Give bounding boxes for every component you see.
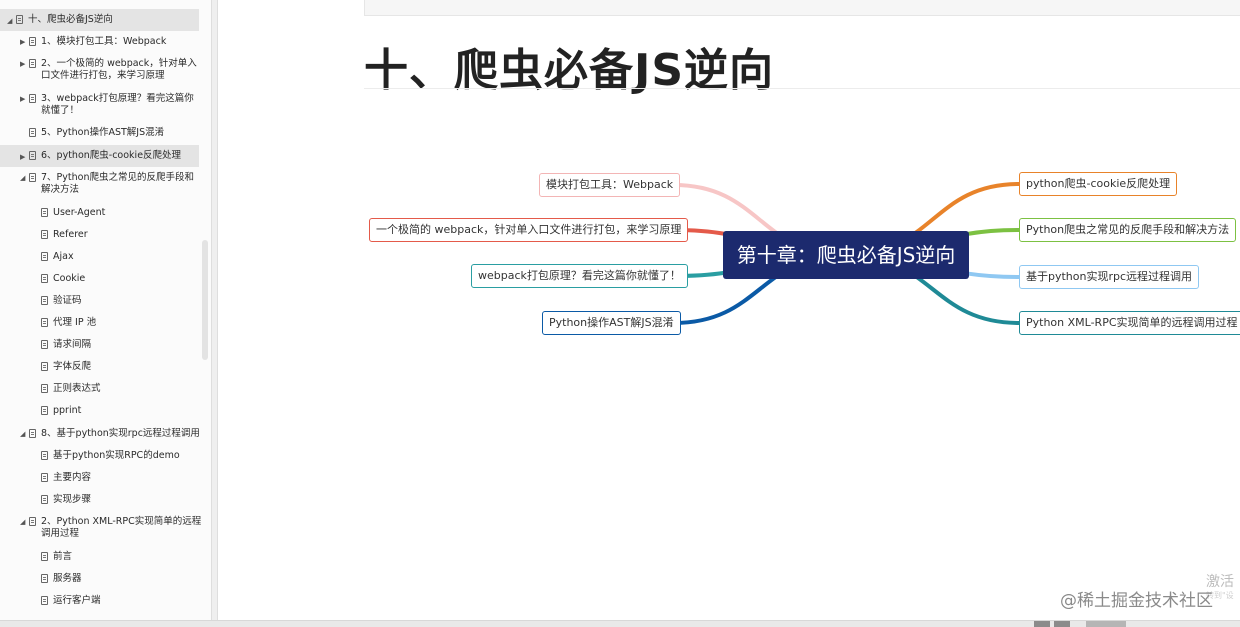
mindmap-center-node[interactable]: 第十章：爬虫必备JS逆向 bbox=[723, 231, 969, 279]
mindmap-node-left[interactable]: Python操作AST解JS混淆 bbox=[542, 311, 681, 335]
bottom-button-3[interactable] bbox=[1086, 621, 1126, 627]
mindmap-node-right[interactable]: python爬虫-cookie反爬处理 bbox=[1019, 172, 1178, 196]
mindmap-node-right[interactable]: Python爬虫之常见的反爬手段和解决方法 bbox=[1019, 218, 1237, 242]
mindmap-node-left[interactable]: webpack打包原理？看完这篇你就懂了！ bbox=[471, 264, 688, 288]
bottom-button-1[interactable] bbox=[1034, 621, 1050, 627]
site-watermark: @稀土掘金技术社区 bbox=[1060, 591, 1213, 611]
mindmap-node-left[interactable]: 模块打包工具：Webpack bbox=[539, 173, 681, 197]
mindmap-node-left[interactable]: 一个极简的 webpack，针对单入口文件进行打包，来学习原理 bbox=[369, 218, 689, 242]
mindmap-node-right[interactable]: 基于python实现rpc远程过程调用 bbox=[1019, 265, 1200, 289]
bottom-button-2[interactable] bbox=[1054, 621, 1070, 627]
mindmap-node-right[interactable]: Python XML-RPC实现简单的远程调用过程 bbox=[1019, 311, 1240, 335]
